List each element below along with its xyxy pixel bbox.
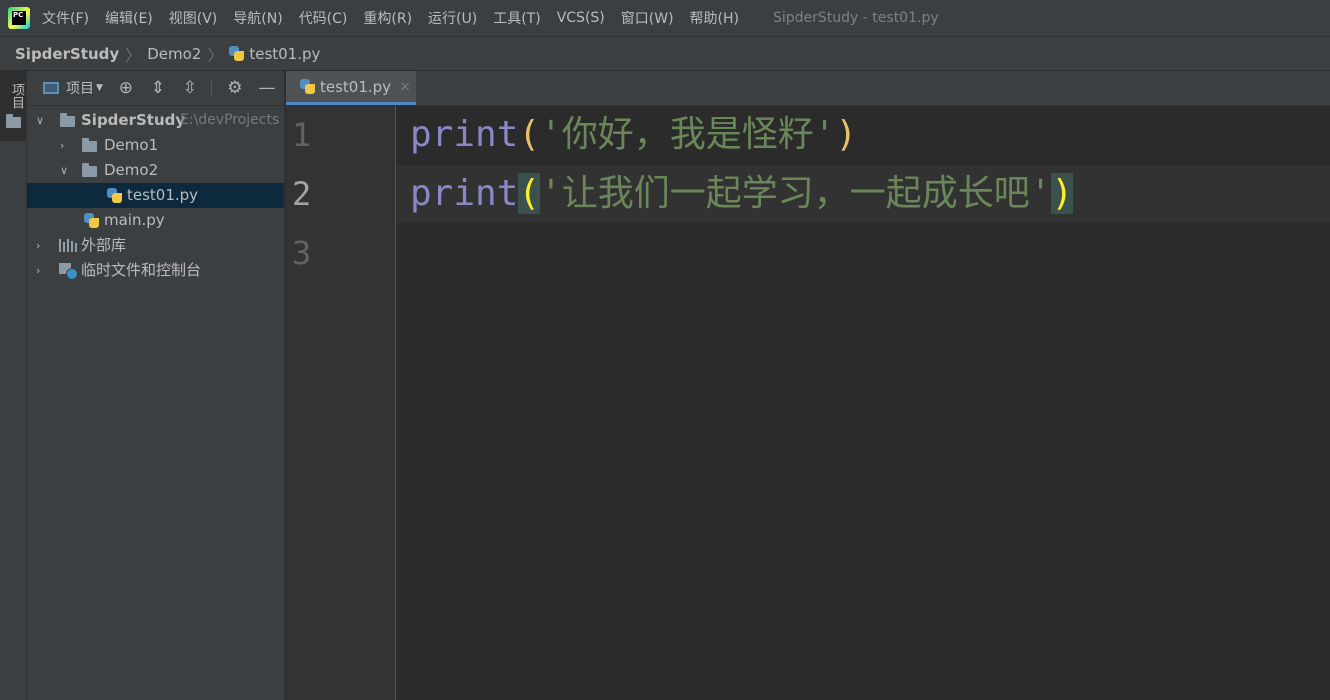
- tree-item-label: 外部库: [81, 236, 127, 254]
- project-view-icon: [43, 82, 59, 94]
- menu-tools[interactable]: 工具(T): [493, 8, 540, 28]
- minimize-icon[interactable]: —: [258, 78, 276, 98]
- tree-item-label: Demo1: [104, 136, 159, 154]
- tab-label: test01.py: [320, 77, 392, 96]
- tool-window-strip: 项目: [0, 71, 27, 700]
- tree-item-test01[interactable]: test01.py: [27, 183, 284, 208]
- string-token: '让我们一起学习，一起成长吧': [540, 173, 1052, 214]
- tree-item-label: Demo2: [104, 161, 159, 179]
- gear-icon[interactable]: ⚙: [226, 78, 244, 98]
- line-number: 2: [292, 175, 312, 213]
- tree-item-main[interactable]: main.py: [27, 208, 284, 233]
- project-panel-header: 项目 ▼ ⊕ ⇕ ⇳ ⚙ —: [27, 71, 284, 106]
- menu-code[interactable]: 代码(C): [299, 8, 348, 28]
- folder-icon: [82, 163, 97, 177]
- tree-item-label: main.py: [104, 211, 165, 229]
- line-number: 1: [292, 116, 312, 154]
- python-file-icon: [229, 45, 245, 62]
- chevron-down-icon[interactable]: ∨: [36, 108, 44, 133]
- project-tree: ∨ SipderStudy E:\devProjects › Demo1 ∨ D…: [27, 106, 284, 283]
- paren-token: ): [835, 114, 858, 155]
- tree-item-label: test01.py: [127, 186, 199, 204]
- chevron-right-icon[interactable]: ›: [36, 233, 40, 258]
- line-number: 3: [292, 234, 312, 272]
- expand-all-icon[interactable]: ⇕: [149, 78, 167, 98]
- breadcrumb-file[interactable]: test01.py: [249, 45, 320, 63]
- window-title: SipderStudy - test01.py: [773, 10, 939, 26]
- folder-icon: [60, 113, 75, 127]
- tab-test01[interactable]: test01.py ×: [286, 71, 416, 105]
- matched-paren-token: ): [1051, 173, 1074, 214]
- tree-item-label: 临时文件和控制台: [81, 261, 202, 279]
- code-editor[interactable]: print('你好，我是怪籽') print('让我们一起学习，一起成长吧'): [396, 106, 1330, 700]
- python-file-icon: [107, 188, 123, 204]
- editor-tab-bar: test01.py ×: [286, 71, 1330, 106]
- python-file-icon: [84, 213, 100, 229]
- menu-vcs[interactable]: VCS(S): [557, 10, 605, 26]
- project-tool-button[interactable]: 项目: [0, 71, 26, 141]
- tree-item-external-libraries[interactable]: › 外部库: [27, 233, 284, 258]
- chevron-right-icon[interactable]: ›: [60, 133, 64, 158]
- menu-edit[interactable]: 编辑(E): [105, 8, 153, 28]
- menu-bar: PC 文件(F) 编辑(E) 视图(V) 导航(N) 代码(C) 重构(R) 运…: [0, 0, 1330, 36]
- code-line-current[interactable]: print('让我们一起学习，一起成长吧'): [396, 165, 1330, 223]
- menu-refactor[interactable]: 重构(R): [363, 8, 412, 28]
- tree-item-root[interactable]: ∨ SipderStudy E:\devProjects: [27, 108, 284, 133]
- breadcrumb-project[interactable]: SipderStudy: [15, 45, 119, 63]
- close-icon[interactable]: ×: [399, 79, 411, 95]
- project-tool-label: 项目: [9, 83, 24, 109]
- code-line[interactable]: print('你好，我是怪籽'): [396, 106, 1330, 164]
- chevron-down-icon[interactable]: ∨: [60, 158, 68, 183]
- breadcrumb: SipderStudy 〉 Demo2 〉 test01.py: [0, 36, 1330, 71]
- breadcrumb-separator: 〉: [125, 45, 142, 65]
- menu-window[interactable]: 窗口(W): [621, 8, 674, 28]
- string-token: '你好，我是怪籽': [540, 114, 836, 155]
- chevron-right-icon[interactable]: ›: [36, 258, 40, 283]
- folder-icon: [6, 114, 21, 128]
- locate-icon[interactable]: ⊕: [117, 78, 135, 98]
- menu-run[interactable]: 运行(U): [428, 8, 477, 28]
- pycharm-logo-icon: PC: [8, 7, 30, 29]
- python-file-icon: [300, 78, 316, 95]
- divider: [210, 79, 212, 97]
- tree-item-demo2[interactable]: ∨ Demo2: [27, 158, 284, 183]
- keyword-token: print: [410, 114, 519, 155]
- paren-token: (: [518, 114, 541, 155]
- folder-icon: [82, 138, 97, 152]
- tree-item-demo1[interactable]: › Demo1: [27, 133, 284, 158]
- menu-help[interactable]: 帮助(H): [690, 8, 739, 28]
- breadcrumb-separator: 〉: [207, 45, 224, 65]
- line-number-gutter: 1 2 3: [286, 106, 396, 700]
- menu-navigate[interactable]: 导航(N): [233, 8, 282, 28]
- project-panel-title: 项目: [66, 81, 94, 97]
- keyword-token: print: [410, 173, 519, 214]
- menu-view[interactable]: 视图(V): [169, 8, 218, 28]
- library-icon: [59, 239, 77, 252]
- matched-paren-token: (: [518, 173, 541, 214]
- chevron-down-icon: ▼: [96, 83, 103, 93]
- project-path: E:\devProjects: [180, 112, 280, 128]
- tree-item-label: SipderStudy: [81, 111, 186, 129]
- project-view-selector[interactable]: 项目 ▼: [43, 78, 103, 98]
- menu-file[interactable]: 文件(F): [42, 8, 89, 28]
- breadcrumb-folder[interactable]: Demo2: [147, 45, 201, 63]
- collapse-all-icon[interactable]: ⇳: [181, 78, 199, 98]
- project-panel: 项目 ▼ ⊕ ⇕ ⇳ ⚙ — ∨ SipderStudy E:\devProje…: [27, 71, 285, 700]
- scratches-console-icon: [59, 263, 78, 280]
- tree-item-scratches[interactable]: › 临时文件和控制台: [27, 258, 284, 283]
